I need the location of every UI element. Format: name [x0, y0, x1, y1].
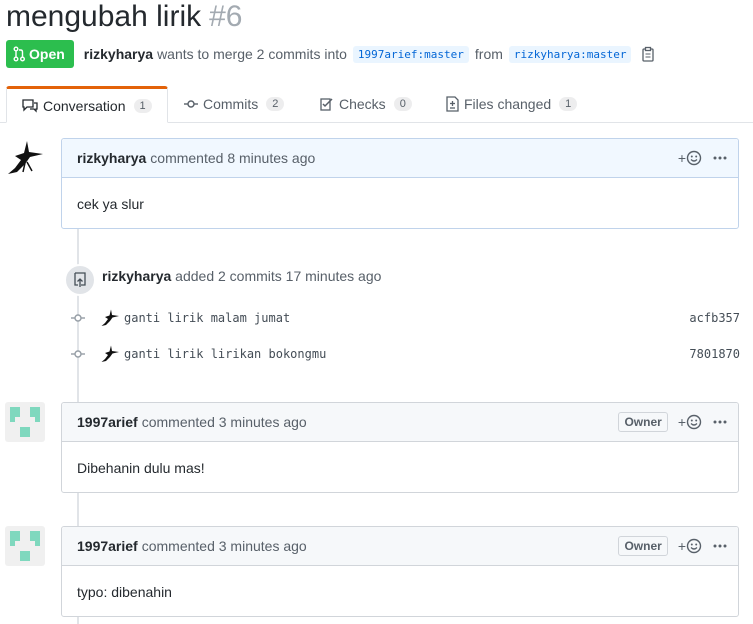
- commit-row: ganti lirik lirikan bokongmu 7801870: [70, 344, 740, 364]
- comment-header: 1997arief commented 3 minutes ago Owner …: [62, 403, 738, 442]
- owner-badge: Owner: [618, 412, 668, 432]
- pr-number: #6: [209, 0, 243, 33]
- event-author[interactable]: rizkyharya: [102, 268, 171, 284]
- files-icon: [446, 96, 459, 112]
- commit-author-avatar[interactable]: [100, 344, 120, 364]
- status-label: Open: [29, 46, 65, 62]
- tab-label: Commits: [203, 96, 259, 112]
- comment-box: 1997arief commented 3 minutes ago Owner …: [61, 402, 739, 493]
- commit-sha[interactable]: 7801870: [689, 347, 740, 361]
- head-branch[interactable]: rizkyharya:master: [508, 45, 632, 63]
- tab-counter: 2: [266, 97, 285, 111]
- avatar[interactable]: [5, 138, 45, 178]
- tab-label: Conversation: [43, 97, 126, 114]
- tab-counter: 1: [133, 98, 152, 113]
- commit-row: ganti lirik malam jumat acfb357: [70, 308, 740, 328]
- base-branch[interactable]: 1997arief:master: [352, 45, 469, 63]
- pr-meta: Open rizkyharya wants to merge 2 commits…: [6, 40, 655, 68]
- add-reaction-button[interactable]: +: [678, 150, 702, 166]
- timeline-line: [77, 493, 79, 526]
- add-reaction-button[interactable]: +: [678, 538, 702, 554]
- pr-author-link[interactable]: rizkyharya: [84, 46, 153, 62]
- comment-timestamp[interactable]: commented 3 minutes ago: [142, 538, 307, 554]
- tab-counter: 0: [393, 97, 412, 111]
- conversation-icon: [22, 98, 38, 113]
- comment-box: rizkyharya commented 8 minutes ago + cek…: [61, 138, 739, 229]
- commits-event: rizkyharya added 2 commits 17 minutes ag…: [102, 268, 381, 284]
- add-reaction-button[interactable]: +: [678, 414, 702, 430]
- smiley-icon: [686, 150, 702, 166]
- more-options-icon[interactable]: [712, 414, 728, 430]
- tab-conversation[interactable]: Conversation 1: [6, 86, 168, 123]
- commit-message[interactable]: ganti lirik lirikan bokongmu: [124, 347, 326, 361]
- from-text: from: [474, 46, 503, 62]
- comment-body: Dibehanin dulu mas!: [77, 460, 205, 476]
- copy-clipboard-icon[interactable]: [641, 46, 655, 62]
- smiley-icon: [686, 414, 702, 430]
- comment-box: 1997arief commented 3 minutes ago Owner …: [61, 526, 739, 617]
- commit-sha[interactable]: acfb357: [689, 311, 740, 325]
- comment-body: typo: dibenahin: [77, 584, 172, 600]
- comment-timestamp[interactable]: commented 3 minutes ago: [142, 414, 307, 430]
- pr-title-row: mengubah lirik #6: [6, 0, 242, 34]
- comment-body: cek ya slur: [77, 196, 144, 212]
- more-options-icon[interactable]: [712, 150, 728, 166]
- commit-icon: [184, 100, 198, 108]
- comment-header: rizkyharya commented 8 minutes ago +: [62, 139, 738, 178]
- pr-title: mengubah lirik: [6, 0, 202, 33]
- comment-author[interactable]: 1997arief: [77, 538, 138, 554]
- tab-checks[interactable]: Checks 0: [320, 86, 412, 122]
- tab-counter: 1: [559, 97, 578, 111]
- more-options-icon[interactable]: [712, 538, 728, 554]
- repo-push-icon: [64, 264, 96, 296]
- commit-dot-icon: [70, 313, 86, 323]
- pull-request-icon: [13, 46, 25, 62]
- comment-timestamp[interactable]: commented 8 minutes ago: [150, 150, 315, 166]
- commit-author-avatar[interactable]: [100, 308, 120, 328]
- checks-icon: [320, 98, 333, 111]
- status-badge: Open: [6, 40, 74, 68]
- comment-header: 1997arief commented 3 minutes ago Owner …: [62, 527, 738, 566]
- smiley-icon: [686, 538, 702, 554]
- avatar[interactable]: [5, 402, 45, 442]
- tab-files-changed[interactable]: Files changed 1: [446, 86, 578, 122]
- pr-tabs: Conversation 1 Commits 2 Checks 0 Files …: [0, 86, 753, 123]
- tab-label: Files changed: [464, 96, 552, 112]
- owner-badge: Owner: [618, 536, 668, 556]
- merge-text: wants to merge 2 commits into: [157, 46, 347, 62]
- commit-dot-icon: [70, 349, 86, 359]
- avatar[interactable]: [5, 526, 45, 566]
- tab-commits[interactable]: Commits 2: [184, 86, 285, 122]
- event-text: added 2 commits 17 minutes ago: [175, 268, 382, 284]
- commit-message[interactable]: ganti lirik malam jumat: [124, 311, 290, 325]
- comment-author[interactable]: 1997arief: [77, 414, 138, 430]
- tab-label: Checks: [339, 96, 386, 112]
- comment-author[interactable]: rizkyharya: [77, 150, 146, 166]
